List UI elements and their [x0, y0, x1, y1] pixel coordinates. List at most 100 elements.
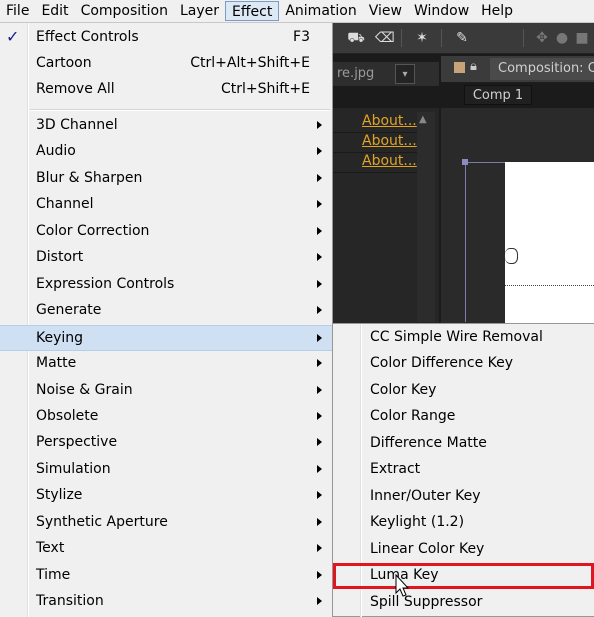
pin-tool-icon[interactable]: ✎	[453, 29, 471, 47]
menu-item-label: Generate	[36, 302, 102, 318]
circle-icon[interactable]: ●	[553, 29, 571, 47]
menu-item-obsolete[interactable]: Obsolete	[0, 404, 332, 430]
menu-item-remove-all[interactable]: Remove All Ctrl+Shift+E	[0, 77, 332, 103]
submenu-item-extract[interactable]: Extract	[333, 457, 594, 483]
submenu-arrow-icon	[317, 174, 322, 182]
menu-item-stylize[interactable]: Stylize	[0, 483, 332, 509]
menu-bar: File Edit Composition Layer Effect Anima…	[0, 0, 594, 23]
menu-item-label: 3D Channel	[36, 117, 118, 133]
menu-item-generate[interactable]: Generate	[0, 298, 332, 324]
menu-item-simulation[interactable]: Simulation	[0, 457, 332, 483]
submenu-arrow-icon	[317, 359, 322, 367]
submenu-arrow-icon	[317, 544, 322, 552]
submenu-item-inner-outer-key[interactable]: Inner/Outer Key	[333, 484, 594, 510]
about-link[interactable]: About...	[362, 153, 417, 169]
dropdown-arrow-icon[interactable]: ▾	[395, 64, 415, 84]
submenu-item-difference-matte[interactable]: Difference Matte	[333, 431, 594, 457]
submenu-arrow-icon	[317, 597, 322, 605]
menu-help[interactable]: Help	[475, 1, 519, 21]
tools-toolbar: ⛟ ⌫ ✶ ✎ ✥ ● ■	[333, 23, 594, 54]
about-link[interactable]: About...	[362, 133, 417, 149]
submenu-item-label: Color Range	[370, 408, 456, 424]
submenu-arrow-icon	[317, 465, 322, 473]
submenu-item-luma-key[interactable]: Luma Key	[333, 563, 594, 589]
submenu-item-color-key[interactable]: Color Key	[333, 378, 594, 404]
comp-1-tab[interactable]: Comp 1	[464, 85, 532, 105]
menu-item-label: Obsolete	[36, 408, 99, 424]
puppet-tool-icon[interactable]: ✶	[413, 29, 431, 47]
submenu-arrow-icon	[317, 280, 322, 288]
menu-effect[interactable]: Effect	[225, 1, 280, 21]
menu-item-label: Transition	[36, 593, 104, 609]
menu-item-label: Remove All	[36, 81, 115, 97]
project-tab-label: re.jpg	[337, 66, 375, 81]
mouse-cursor-icon	[395, 574, 410, 597]
menu-item-label: Stylize	[36, 487, 83, 503]
footage-sketch	[505, 285, 594, 306]
menu-item-synthetic-aperture[interactable]: Synthetic Aperture	[0, 510, 332, 536]
submenu-item-label: Keylight (1.2)	[370, 514, 465, 530]
menu-item-transition[interactable]: Transition	[0, 589, 332, 615]
submenu-arrow-icon	[317, 412, 322, 420]
stamp-tool-icon[interactable]: ⛟	[347, 29, 365, 47]
menu-animation[interactable]: Animation	[279, 1, 362, 21]
footage-sketch	[505, 248, 518, 264]
submenu-item-color-range[interactable]: Color Range	[333, 404, 594, 430]
lock-icon[interactable]: 🔒︎	[470, 59, 477, 74]
submenu-item-label: CC Simple Wire Removal	[370, 329, 543, 345]
submenu-arrow-icon	[317, 386, 322, 394]
menu-item-3d-channel[interactable]: 3D Channel	[0, 113, 332, 139]
submenu-arrow-icon	[317, 253, 322, 261]
menu-separator	[30, 109, 330, 111]
submenu-arrow-icon	[317, 518, 322, 526]
menu-item-label: Audio	[36, 143, 76, 159]
menu-file[interactable]: File	[0, 1, 35, 21]
menu-item-shortcut: F3	[293, 29, 310, 45]
composition-panel-title[interactable]: Composition: C	[490, 58, 594, 80]
square-icon[interactable]: ■	[573, 29, 591, 47]
menu-item-label: Expression Controls	[36, 276, 175, 292]
axis-icon[interactable]: ✥	[533, 29, 551, 47]
submenu-item-linear-color-key[interactable]: Linear Color Key	[333, 537, 594, 563]
submenu-item-label: Linear Color Key	[370, 541, 485, 557]
menu-item-label: Blur & Sharpen	[36, 170, 143, 186]
submenu-item-label: Color Difference Key	[370, 355, 514, 371]
menu-item-blur-sharpen[interactable]: Blur & Sharpen	[0, 166, 332, 192]
menu-item-text[interactable]: Text	[0, 536, 332, 562]
panel-scrollbar[interactable]	[417, 112, 435, 322]
menu-item-keying[interactable]: Keying	[0, 325, 332, 351]
menu-composition[interactable]: Composition	[75, 1, 174, 21]
submenu-item-color-difference-key[interactable]: Color Difference Key	[333, 351, 594, 377]
submenu-item-cc-simple-wire-removal[interactable]: CC Simple Wire Removal	[333, 325, 594, 351]
menu-item-label: Distort	[36, 249, 84, 265]
menu-item-time[interactable]: Time	[0, 563, 332, 589]
menu-item-label: Cartoon	[36, 55, 92, 71]
submenu-item-label: Extract	[370, 461, 421, 477]
eraser-tool-icon[interactable]: ⌫	[375, 29, 395, 47]
menu-view[interactable]: View	[363, 1, 408, 21]
toolbar-divider	[523, 29, 524, 47]
menu-item-audio[interactable]: Audio	[0, 139, 332, 165]
submenu-arrow-icon	[317, 334, 322, 342]
submenu-item-keylight-1-2[interactable]: Keylight (1.2)	[333, 510, 594, 536]
menu-edit[interactable]: Edit	[35, 1, 74, 21]
menu-item-channel[interactable]: Channel	[0, 192, 332, 218]
menu-item-label: Channel	[36, 196, 94, 212]
menu-item-effect-controls[interactable]: ✓ Effect Controls F3	[0, 25, 332, 51]
toolbar-divider	[441, 29, 442, 47]
submenu-item-label: Spill Suppressor	[370, 594, 483, 610]
menu-item-expression-controls[interactable]: Expression Controls	[0, 272, 332, 298]
menu-window[interactable]: Window	[408, 1, 475, 21]
menu-item-cartoon[interactable]: Cartoon Ctrl+Alt+Shift+E	[0, 51, 332, 77]
menu-item-noise-grain[interactable]: Noise & Grain	[0, 378, 332, 404]
menu-item-shortcut: Ctrl+Alt+Shift+E	[190, 55, 310, 71]
guide-handle[interactable]	[462, 159, 468, 165]
menu-item-distort[interactable]: Distort	[0, 245, 332, 271]
menu-layer[interactable]: Layer	[174, 1, 225, 21]
submenu-item-spill-suppressor[interactable]: Spill Suppressor	[333, 590, 594, 616]
menu-item-perspective[interactable]: Perspective	[0, 430, 332, 456]
menu-item-matte[interactable]: Matte	[0, 351, 332, 377]
about-link[interactable]: About...	[362, 113, 417, 129]
menu-item-color-correction[interactable]: Color Correction	[0, 219, 332, 245]
scroll-up-icon[interactable]: ▲	[419, 114, 427, 125]
